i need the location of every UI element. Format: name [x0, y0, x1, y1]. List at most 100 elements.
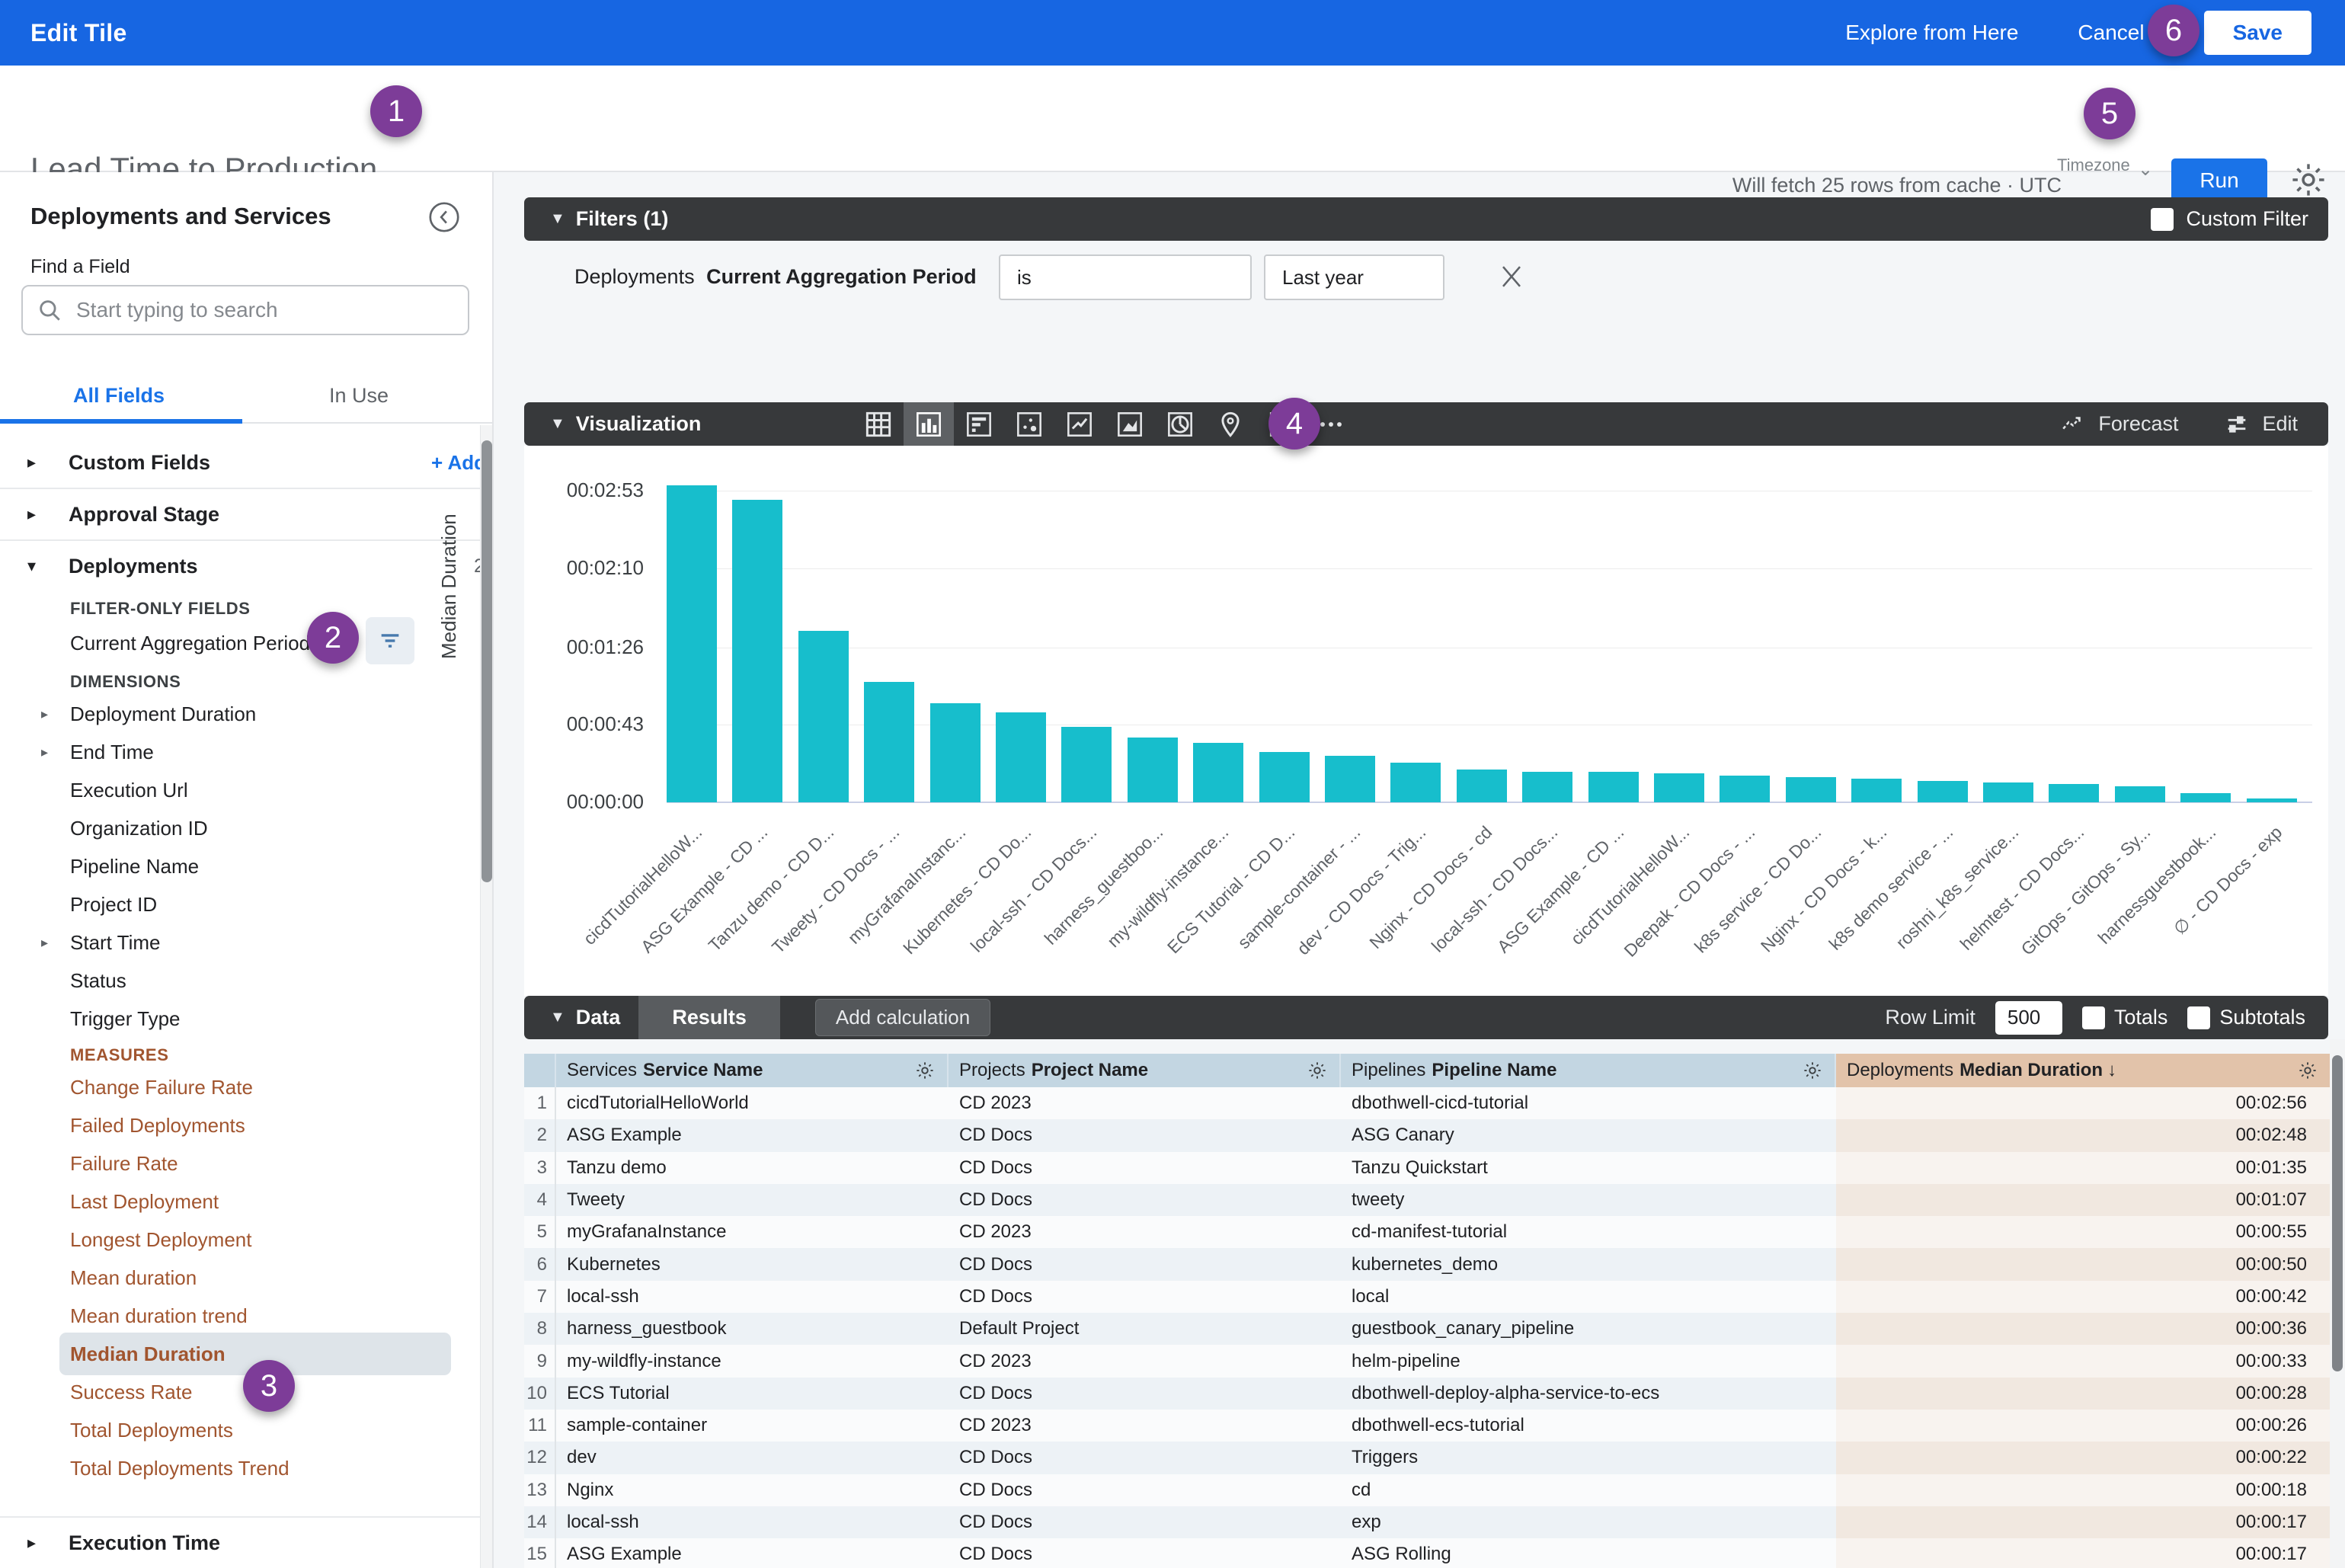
section-collapse-caret-icon[interactable]: ▼ [550, 415, 565, 433]
sidebar-field-last-deployment[interactable]: Last Deployment [0, 1182, 480, 1221]
chart-bar[interactable] [2115, 786, 2165, 802]
chart-bar[interactable] [1720, 776, 1770, 802]
chart-bar[interactable] [2180, 793, 2231, 802]
field-label[interactable]: End Time [70, 741, 154, 764]
tab-in-use[interactable]: In Use [329, 384, 389, 408]
table-row[interactable]: 13NginxCD Docscd00:00:18 [524, 1474, 2330, 1506]
chart-bar[interactable] [1588, 772, 1639, 802]
chart-bar[interactable] [1851, 779, 1902, 802]
field-label[interactable]: Last Deployment [70, 1190, 219, 1214]
line-chart-icon[interactable] [1054, 402, 1105, 446]
chart-bar[interactable] [1457, 770, 1507, 802]
scatter-icon[interactable] [1004, 402, 1054, 446]
field-label[interactable]: Total Deployments [70, 1419, 233, 1442]
sidebar-field-execution-url[interactable]: Execution Url [0, 771, 480, 809]
chart-bar[interactable] [1128, 738, 1178, 802]
column-header-project-name[interactable]: ProjectsProject Name [949, 1054, 1341, 1087]
sidebar-field-deployment-duration[interactable]: ▸Deployment Duration [0, 695, 480, 733]
sidebar-field-failed-deployments[interactable]: Failed Deployments [0, 1106, 480, 1144]
filter-by-field-button[interactable] [366, 617, 414, 664]
visualization-section-header[interactable]: ▼ Visualization 6 Forecast Edit [524, 402, 2328, 446]
field-label[interactable]: Longest Deployment [70, 1228, 251, 1252]
search-input[interactable] [76, 298, 454, 322]
field-label[interactable]: Trigger Type [70, 1007, 181, 1031]
field-label[interactable]: Median Duration [70, 1342, 226, 1366]
table-icon[interactable] [853, 402, 904, 446]
pie-chart-icon[interactable] [1155, 402, 1205, 446]
column-gear-icon[interactable] [1306, 1059, 1329, 1082]
table-row[interactable]: 12devCD DocsTriggers00:00:22 [524, 1442, 2330, 1474]
field-label[interactable]: Project ID [70, 893, 157, 917]
subtotals-checkbox[interactable] [2187, 1006, 2210, 1029]
field-label[interactable]: Organization ID [70, 817, 208, 840]
field-group-execution-time[interactable]: ▸Execution Time [0, 1518, 480, 1568]
edit-viz-button[interactable]: Edit [2224, 411, 2298, 437]
sidebar-field-failure-rate[interactable]: Failure Rate [0, 1144, 480, 1182]
filter-value-input[interactable]: Last year [1264, 254, 1444, 300]
chart-bar[interactable] [930, 703, 981, 802]
chart-bar[interactable] [1983, 782, 2033, 802]
custom-filter-checkbox[interactable] [2151, 208, 2174, 231]
sidebar-field-start-time[interactable]: ▸Start Time [0, 923, 480, 962]
sidebar-field-total-deployments-trend[interactable]: Total Deployments Trend [0, 1449, 480, 1487]
gear-icon[interactable] [2289, 160, 2328, 200]
chart-bar[interactable] [1061, 727, 1112, 802]
sidebar-field-success-rate[interactable]: Success Rate [0, 1373, 480, 1411]
sidebar-scrollbar-thumb[interactable] [481, 440, 492, 882]
caret-right-icon[interactable]: ▸ [41, 706, 48, 722]
sidebar-field-mean-duration[interactable]: Mean duration [0, 1259, 480, 1297]
add-calculation-button[interactable]: Add calculation [815, 999, 990, 1036]
field-group-deployments[interactable]: ▾Deployments2 [0, 541, 480, 591]
column-gear-icon[interactable] [913, 1059, 936, 1082]
sidebar-field-end-time[interactable]: ▸End Time [0, 733, 480, 771]
table-row[interactable]: 8harness_guestbookDefault Projectguestbo… [524, 1313, 2330, 1345]
area-chart-icon[interactable] [1105, 402, 1155, 446]
filters-section-header[interactable]: ▼ Filters (1) Custom Filter [524, 197, 2328, 241]
save-button[interactable]: Save [2204, 11, 2311, 55]
field-label[interactable]: Start Time [70, 931, 160, 955]
sidebar-field-current-aggregation-period[interactable]: Current Aggregation Period [0, 622, 480, 664]
chart-bar[interactable] [1259, 752, 1310, 802]
add-custom-field-link[interactable]: + Add [431, 451, 486, 475]
sidebar-field-trigger-type[interactable]: Trigger Type [0, 1000, 480, 1038]
caret-right-icon[interactable]: ▸ [27, 453, 47, 472]
table-row[interactable]: 4TweetyCD Docstweety00:01:07 [524, 1184, 2330, 1216]
table-scrollbar-thumb[interactable] [2332, 1055, 2343, 1371]
chart-bar[interactable] [864, 682, 914, 802]
sidebar-field-change-failure-rate[interactable]: Change Failure Rate [0, 1068, 480, 1106]
tab-all-fields[interactable]: All Fields [73, 384, 165, 408]
chart-bar[interactable] [1325, 756, 1375, 802]
tab-results[interactable]: Results [638, 996, 780, 1039]
table-row[interactable]: 10ECS TutorialCD Docsdbothwell-deploy-al… [524, 1378, 2330, 1410]
field-label[interactable]: Mean duration [70, 1266, 197, 1290]
field-label[interactable]: Total Deployments Trend [70, 1457, 290, 1480]
column-header-median-duration[interactable]: DeploymentsMedian Duration↓ [1836, 1054, 2330, 1087]
field-label[interactable]: Pipeline Name [70, 855, 199, 878]
column-gear-icon[interactable] [1801, 1059, 1824, 1082]
table-row[interactable]: 1cicdTutorialHelloWorldCD 2023dbothwell-… [524, 1087, 2330, 1119]
chart-bar[interactable] [1786, 777, 1836, 802]
sidebar-field-mean-duration-trend[interactable]: Mean duration trend [0, 1297, 480, 1335]
sidebar-field-project-id[interactable]: Project ID [0, 885, 480, 923]
field-label[interactable]: Failure Rate [70, 1152, 178, 1176]
field-label[interactable]: Success Rate [70, 1381, 192, 1404]
caret-right-icon[interactable]: ▸ [27, 504, 47, 524]
table-row[interactable]: 11sample-containerCD 2023dbothwell-ecs-t… [524, 1410, 2330, 1442]
field-label[interactable]: Execution Url [70, 779, 188, 802]
totals-checkbox[interactable] [2082, 1006, 2105, 1029]
forecast-button[interactable]: Forecast [2060, 411, 2178, 437]
field-label[interactable]: Current Aggregation Period [70, 632, 310, 655]
table-row[interactable]: 3Tanzu demoCD DocsTanzu Quickstart00:01:… [524, 1152, 2330, 1184]
field-group-approval-stage[interactable]: ▸Approval Stage [0, 489, 480, 539]
field-label[interactable]: Mean duration trend [70, 1304, 248, 1328]
table-row[interactable]: 6KubernetesCD Docskubernetes_demo00:00:5… [524, 1248, 2330, 1280]
field-search-box[interactable] [21, 285, 469, 335]
field-group-custom-fields[interactable]: ▸Custom Fields+ Add [0, 437, 480, 488]
field-label[interactable]: Failed Deployments [70, 1114, 245, 1138]
sidebar-field-total-deployments[interactable]: Total Deployments [0, 1411, 480, 1449]
filter-operator-select[interactable]: is [999, 254, 1252, 300]
chart-bar[interactable] [1193, 743, 1243, 802]
sidebar-field-median-duration[interactable]: Median Duration [0, 1335, 480, 1373]
chart-bar[interactable] [798, 631, 849, 802]
table-row[interactable]: 15ASG ExampleCD DocsASG Rolling00:00:17 [524, 1538, 2330, 1568]
